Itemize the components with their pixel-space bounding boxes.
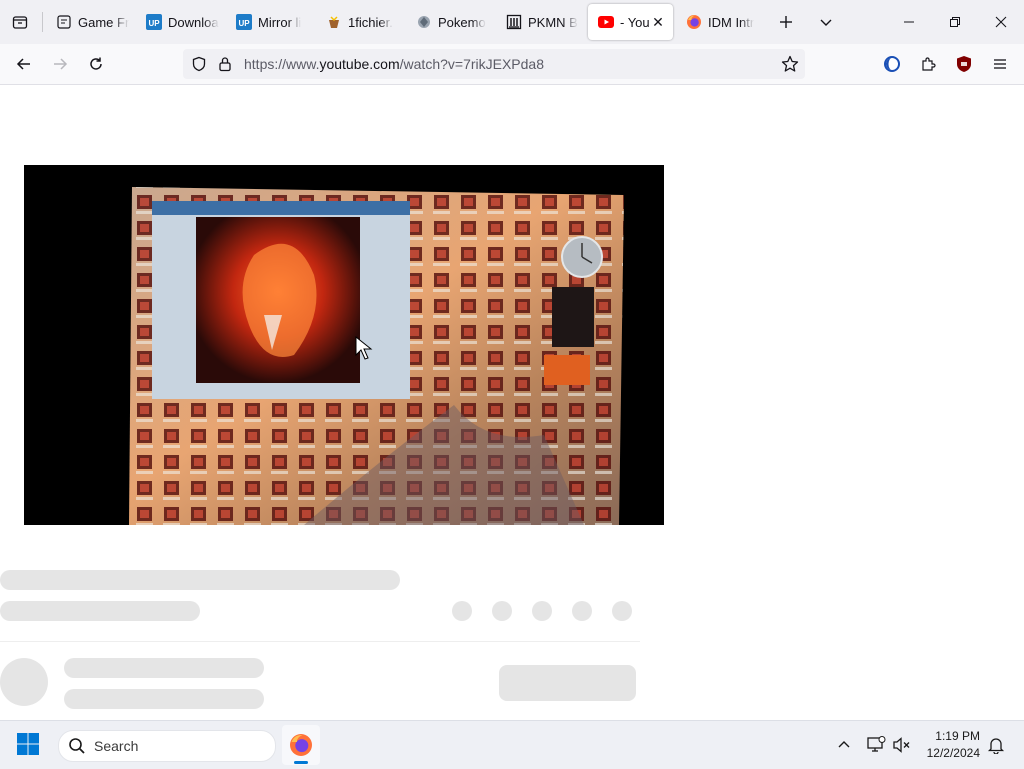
action-skeleton <box>612 601 632 621</box>
page-content <box>0 85 1024 720</box>
tracking-protection-shield-icon[interactable] <box>191 56 207 77</box>
video-player[interactable] <box>24 165 664 525</box>
title-skeleton <box>0 570 400 590</box>
archive-icon <box>506 14 522 30</box>
action-skeleton <box>572 601 592 621</box>
firefox-view-icon <box>12 16 28 29</box>
youtube-icon <box>598 14 614 30</box>
tab-label: IDM Intr <box>708 14 755 30</box>
show-hidden-icons-button[interactable] <box>836 737 852 758</box>
channel-avatar-skeleton <box>0 658 48 706</box>
subscribe-skeleton <box>499 665 636 701</box>
tab-label: Mirror li <box>258 14 302 30</box>
start-button[interactable] <box>16 732 42 758</box>
tab-label: - You <box>620 14 650 30</box>
action-skeleton <box>532 601 552 621</box>
uptobox-icon-letters: UP <box>148 19 160 28</box>
tab-label: Game Fr <box>78 14 130 30</box>
chevron-down-icon <box>820 19 832 26</box>
tab-game-fr[interactable]: Game Fr <box>46 4 134 40</box>
taskbar: Search 1:19 PM 12/2/2024 <box>0 720 1024 769</box>
taskbar-firefox-button[interactable] <box>282 725 320 765</box>
extension-button[interactable] <box>878 50 906 78</box>
tab-1fichier[interactable]: 1fichier. <box>316 4 404 40</box>
url-text[interactable]: https://www.youtube.com/watch?v=7rikJEXP… <box>244 56 544 72</box>
tab-youtube-active[interactable]: - You ✕ <box>588 4 673 40</box>
1fichier-icon <box>326 14 342 30</box>
tab-idm-intro[interactable]: IDM Intr <box>676 4 764 40</box>
windows-logo-icon <box>17 733 39 755</box>
active-app-indicator <box>294 761 308 764</box>
restore-icon <box>950 17 960 27</box>
arrow-right-icon <box>54 58 68 70</box>
action-skeleton <box>452 601 472 621</box>
ublock-origin-icon <box>957 56 971 72</box>
tab-label: 1fichier. <box>348 14 393 30</box>
extensions-button[interactable] <box>914 50 942 78</box>
tab-bar: Game Fr UP Downloa UP Mirror li 1fichier… <box>0 0 1024 44</box>
back-button[interactable] <box>10 50 38 78</box>
restore-button[interactable] <box>932 0 978 44</box>
tab-mirror-links[interactable]: UP Mirror li <box>226 4 314 40</box>
list-all-tabs-button[interactable] <box>812 8 840 36</box>
new-tab-button[interactable] <box>772 8 800 36</box>
tab-label: Downloa <box>168 14 219 30</box>
navigation-toolbar: https://www.youtube.com/watch?v=7rikJEXP… <box>0 44 1024 85</box>
channel-sub-skeleton <box>64 689 264 709</box>
uptobox-icon: UP <box>146 14 162 30</box>
arrow-left-icon <box>16 58 30 70</box>
minimize-button[interactable] <box>886 0 932 44</box>
firefox-icon <box>290 734 312 756</box>
clock-date[interactable]: 12/2/2024 <box>927 746 980 760</box>
close-window-button[interactable] <box>978 0 1024 44</box>
ublock-origin-button[interactable] <box>950 50 978 78</box>
chevron-up-icon <box>838 741 850 748</box>
tab-label: Pokemo <box>438 14 486 30</box>
tab-pkmn-b[interactable]: PKMN B <box>496 4 584 40</box>
minimize-icon <box>904 21 914 23</box>
action-skeleton <box>492 601 512 621</box>
pokemon-icon <box>416 14 432 30</box>
volume-button[interactable] <box>892 736 912 759</box>
network-status-button[interactable] <box>866 736 886 759</box>
url-host: youtube.com <box>319 56 400 72</box>
uptobox-icon: UP <box>236 14 252 30</box>
bookmark-star-icon[interactable] <box>781 55 799 78</box>
close-tab-icon[interactable]: ✕ <box>649 13 667 31</box>
clock-time[interactable]: 1:19 PM <box>935 729 980 743</box>
search-label: Search <box>94 738 139 754</box>
speaker-muted-icon <box>893 737 910 753</box>
reload-icon <box>90 57 102 70</box>
menu-button[interactable] <box>986 50 1014 78</box>
tab-separator <box>42 12 43 32</box>
taskbar-search-box[interactable]: Search <box>58 730 276 762</box>
document-icon <box>56 14 72 30</box>
close-icon <box>995 16 1007 28</box>
tab-label: PKMN B <box>528 14 578 30</box>
url-path: /watch?v=7rikJEXPda8 <box>399 56 544 72</box>
search-icon <box>69 738 85 754</box>
bell-icon <box>987 738 1005 755</box>
url-scheme: https://www. <box>244 56 320 72</box>
hamburger-menu-icon <box>994 59 1006 69</box>
dark-reader-icon <box>884 56 900 72</box>
reload-button[interactable] <box>82 50 110 78</box>
lock-icon[interactable] <box>218 56 232 77</box>
video-frame-image <box>24 165 664 525</box>
tab-list-button[interactable] <box>6 8 34 36</box>
address-bar[interactable]: https://www.youtube.com/watch?v=7rikJEXP… <box>183 49 805 79</box>
divider <box>0 641 640 642</box>
uptobox-icon-letters: UP <box>238 19 250 28</box>
tab-download[interactable]: UP Downloa <box>136 4 224 40</box>
plus-icon <box>780 16 792 28</box>
puzzle-icon <box>922 57 936 71</box>
firefox-icon <box>686 14 702 30</box>
forward-button[interactable] <box>46 50 74 78</box>
meta-skeleton <box>0 601 200 621</box>
network-icon <box>867 736 886 752</box>
notifications-button[interactable] <box>987 736 1005 759</box>
tab-pokemon[interactable]: Pokemo <box>406 4 494 40</box>
channel-name-skeleton <box>64 658 264 678</box>
